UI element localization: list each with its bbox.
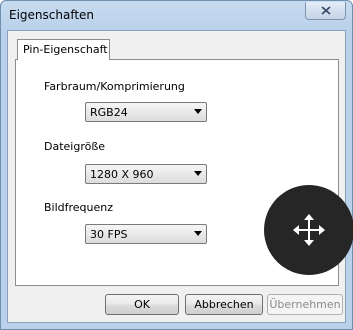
close-icon xyxy=(321,6,331,15)
close-button[interactable] xyxy=(305,2,346,20)
frame-rate-label: Bildfrequenz xyxy=(44,201,114,214)
chevron-down-icon xyxy=(194,109,202,114)
color-space-dropdown[interactable]: RGB24 xyxy=(85,102,207,122)
ok-button[interactable]: OK xyxy=(105,294,179,315)
dialog-client-area: Pin-Eigenschaft Farbraum/Komprimierung R… xyxy=(7,30,346,323)
chevron-down-icon xyxy=(194,171,202,176)
frame-rate-value: 30 FPS xyxy=(90,228,128,241)
move-icon xyxy=(293,214,325,246)
frame-rate-dropdown[interactable]: 30 FPS xyxy=(85,224,207,244)
move-overlay[interactable] xyxy=(264,185,353,275)
window-title: Eigenschaften xyxy=(9,8,95,22)
dialog-window: Eigenschaften Pin-Eigenschaft Farbraum/K… xyxy=(0,0,353,330)
apply-button[interactable]: Übernehmen xyxy=(267,294,343,315)
file-size-label: Dateigröße xyxy=(44,140,106,153)
cancel-button[interactable]: Abbrechen xyxy=(185,294,263,315)
file-size-value: 1280 X 960 xyxy=(90,168,154,181)
chevron-down-icon xyxy=(194,231,202,236)
color-space-label: Farbraum/Komprimierung xyxy=(44,80,185,93)
tab-pin-eigenschaft[interactable]: Pin-Eigenschaft xyxy=(17,39,110,60)
file-size-dropdown[interactable]: 1280 X 960 xyxy=(85,164,207,184)
tab-label: Pin-Eigenschaft xyxy=(23,43,108,56)
color-space-value: RGB24 xyxy=(90,106,128,119)
